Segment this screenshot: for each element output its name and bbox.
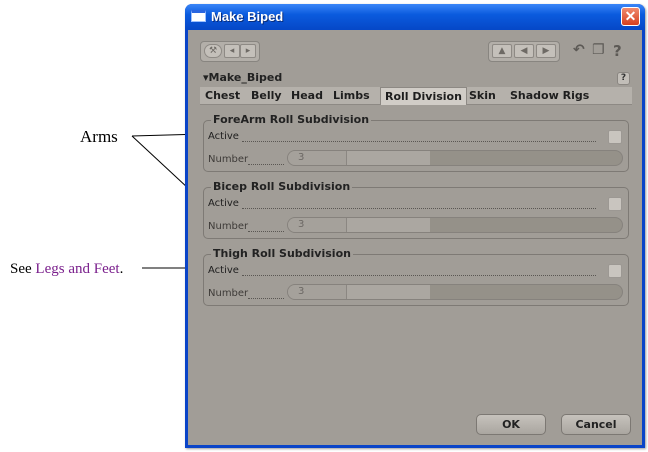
cancel-button[interactable]: Cancel	[561, 414, 631, 435]
ok-button[interactable]: OK	[476, 414, 546, 435]
forearm-active-checkbox[interactable]	[608, 130, 622, 144]
bicep-number-seg1	[288, 218, 347, 232]
forearm-number-field[interactable]: 3	[287, 150, 623, 166]
window-title: Make Biped	[211, 9, 284, 24]
wrench-icon[interactable]: ⚒	[204, 44, 222, 58]
bicep-number-field[interactable]: 3	[287, 217, 623, 233]
panel-title[interactable]: ▾Make_Biped	[203, 71, 282, 84]
forearm-active-dots	[242, 141, 596, 142]
thigh-roll-group: Thigh Roll Subdivision Active Number 3	[203, 247, 629, 306]
forearm-roll-group: ForeArm Roll Subdivision Active Number 3	[203, 113, 629, 172]
make-biped-window: Make Biped ✕ ⚒ ◂ ▸ ▲ ◀ ▶ ↶ ❐ ? ▾Make_Bip…	[185, 4, 645, 448]
panel-help-icon[interactable]: ?	[617, 72, 630, 85]
bicep-number-seg2	[347, 218, 430, 232]
tab-strip: Chest Belly Head Limbs Roll Division Ski…	[200, 87, 632, 105]
forearm-active-label: Active	[208, 131, 239, 142]
tab-chest[interactable]: Chest	[205, 89, 240, 102]
forearm-number-value: 3	[298, 152, 305, 163]
dialog-client-area: ⚒ ◂ ▸ ▲ ◀ ▶ ↶ ❐ ? ▾Make_Biped ? Chest Be…	[188, 30, 642, 445]
thigh-active-dots	[242, 275, 596, 276]
toolbar-triangle-group: ▲ ◀ ▶	[488, 41, 560, 62]
tab-belly[interactable]: Belly	[251, 89, 282, 102]
help-icon[interactable]: ?	[613, 42, 622, 60]
bicep-active-label: Active	[208, 198, 239, 209]
left-arrow-icon[interactable]: ◂	[224, 44, 240, 58]
forearm-number-dots	[248, 164, 284, 165]
tab-roll-division[interactable]: Roll Division	[380, 87, 467, 105]
forearm-roll-legend: ForeArm Roll Subdivision	[211, 113, 372, 126]
triangle-right-icon[interactable]: ▶	[536, 44, 556, 58]
bicep-active-checkbox[interactable]	[608, 197, 622, 211]
forearm-number-seg2	[347, 151, 430, 165]
undo-icon[interactable]: ↶	[573, 42, 585, 58]
tab-shadow-rigs[interactable]: Shadow Rigs	[510, 89, 589, 102]
thigh-active-checkbox[interactable]	[608, 264, 622, 278]
triangle-left-icon[interactable]: ◀	[514, 44, 534, 58]
see-suffix: .	[119, 261, 124, 277]
bicep-roll-group: Bicep Roll Subdivision Active Number 3	[203, 180, 629, 239]
tab-skin[interactable]: Skin	[469, 89, 496, 102]
toolbar-nav-group: ⚒ ◂ ▸	[200, 41, 260, 62]
window-icon	[191, 10, 206, 22]
bicep-number-dots	[248, 231, 284, 232]
arms-annotation: Arms	[80, 127, 118, 146]
right-arrow-icon[interactable]: ▸	[240, 44, 256, 58]
thigh-number-seg2	[347, 285, 430, 299]
bicep-roll-legend: Bicep Roll Subdivision	[211, 180, 353, 193]
thigh-number-field[interactable]: 3	[287, 284, 623, 300]
triangle-up-icon[interactable]: ▲	[492, 44, 512, 58]
tab-limbs[interactable]: Limbs	[333, 89, 370, 102]
see-annotation: See Legs and Feet.	[10, 261, 123, 278]
thigh-number-dots	[248, 298, 284, 299]
bicep-number-label: Number	[208, 221, 249, 232]
forearm-number-seg1	[288, 151, 347, 165]
thigh-number-value: 3	[298, 286, 305, 297]
forearm-number-label: Number	[208, 154, 249, 165]
see-prefix: See	[10, 261, 36, 277]
thigh-roll-legend: Thigh Roll Subdivision	[211, 247, 353, 260]
thigh-active-label: Active	[208, 265, 239, 276]
tab-head[interactable]: Head	[291, 89, 323, 102]
thigh-number-label: Number	[208, 288, 249, 299]
thigh-number-seg1	[288, 285, 347, 299]
title-bar[interactable]: Make Biped ✕	[185, 4, 645, 30]
copy-icon[interactable]: ❐	[592, 42, 605, 58]
legs-and-feet-link[interactable]: Legs and Feet	[35, 261, 119, 277]
close-button[interactable]: ✕	[621, 7, 640, 26]
bicep-number-value: 3	[298, 219, 305, 230]
bicep-active-dots	[242, 208, 596, 209]
